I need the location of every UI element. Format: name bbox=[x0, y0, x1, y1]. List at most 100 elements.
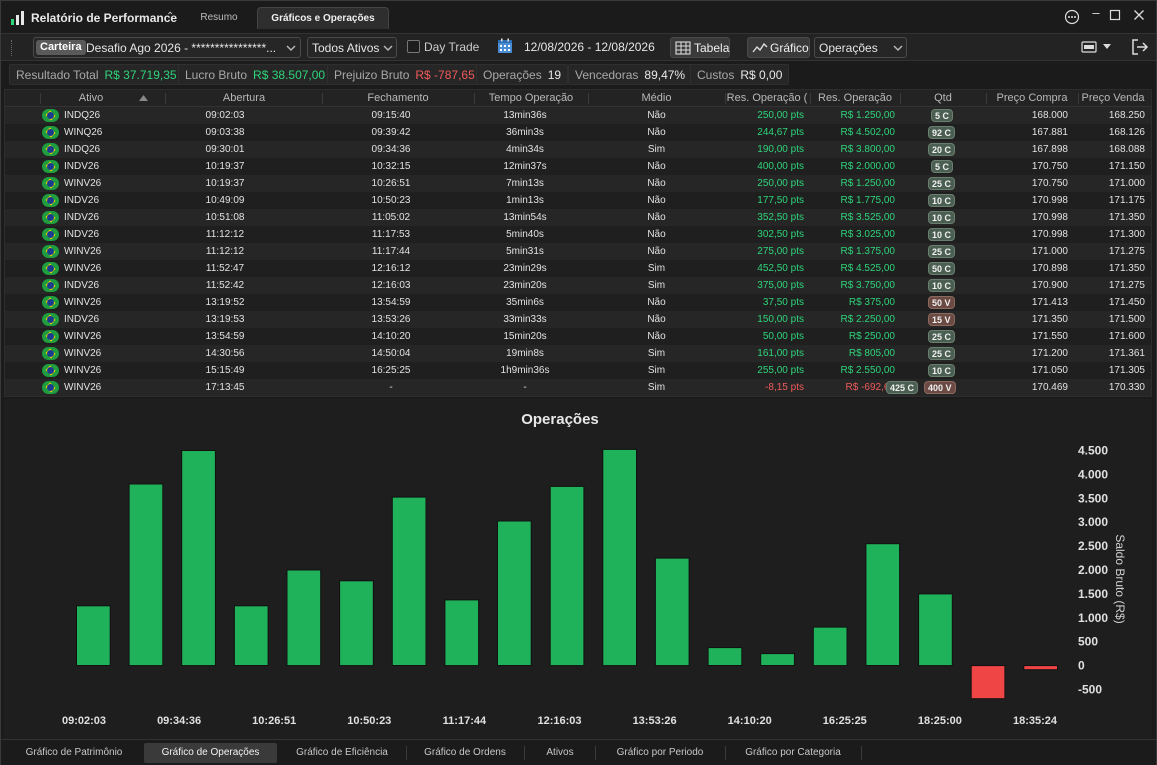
col-qtd[interactable]: Qtd bbox=[900, 92, 986, 104]
minimize-icon[interactable]: – bbox=[1086, 5, 1106, 20]
table-row[interactable]: WINV26 11:52:47 12:16:12 23min29s Sim 452,50 … bbox=[5, 260, 1151, 277]
table-row[interactable]: INDV26 10:49:09 10:50:23 1min13s Não 177,50 p… bbox=[5, 192, 1151, 209]
bar-chart-icon bbox=[11, 11, 24, 25]
table-row[interactable]: WINV26 13:54:59 14:10:20 15min20s Não 50,00 p… bbox=[5, 328, 1151, 345]
y-tick-label: 2.500 bbox=[1078, 539, 1108, 553]
table-row[interactable]: WINV26 10:19:37 10:26:51 7min13s Não 250,00 p… bbox=[5, 175, 1151, 192]
chart-bar[interactable] bbox=[391, 496, 427, 666]
cell-preco-compra: 171.200 bbox=[1031, 348, 1068, 359]
table-row[interactable]: INDV26 10:19:37 10:32:15 12min37s Não 400,00 … bbox=[5, 158, 1151, 175]
table-row[interactable]: INDV26 13:19:53 13:53:26 33min33s Não 150,00 … bbox=[5, 311, 1151, 328]
caret-down-icon[interactable] bbox=[1103, 44, 1111, 50]
table-row[interactable]: INDV26 10:51:08 11:05:02 13min54s Não 352,50 … bbox=[5, 209, 1151, 226]
table-row[interactable]: INDV26 11:12:12 11:17:53 5min40s Não 302,50 p… bbox=[5, 226, 1151, 243]
tabela-button[interactable]: Tabela bbox=[670, 37, 730, 58]
chart-bar[interactable] bbox=[918, 593, 953, 667]
chevron-up-icon[interactable]: ⌃ bbox=[166, 11, 174, 22]
maximize-icon[interactable] bbox=[1105, 9, 1125, 24]
grafico-button[interactable]: Gráfico bbox=[747, 37, 810, 58]
chart-bar[interactable] bbox=[128, 483, 164, 667]
chart-bar[interactable] bbox=[181, 450, 216, 667]
table-row[interactable]: WINV26 11:12:12 11:17:44 5min31s Não 275,00 p… bbox=[5, 243, 1151, 260]
cell-ativo: INDV26 bbox=[64, 195, 100, 206]
cell-preco-venda: 171.305 bbox=[1108, 365, 1145, 376]
col-medio[interactable]: Médio bbox=[588, 92, 725, 104]
date-range[interactable]: 12/08/2026 - 12/08/2026 bbox=[524, 40, 655, 54]
view-select[interactable]: Operações bbox=[814, 37, 907, 58]
logout-icon[interactable] bbox=[1131, 38, 1149, 56]
table-row[interactable]: INDQ26 09:02:03 09:15:40 13min36s Não 250,00 … bbox=[5, 107, 1151, 124]
cell-res-pts: 452,50 pts bbox=[757, 263, 804, 274]
close-icon[interactable] bbox=[1129, 9, 1149, 24]
cell-fechamento: 11:05:02 bbox=[371, 212, 411, 223]
table-row[interactable]: WINV26 15:15:49 16:25:25 1h9min36s Sim 255,00… bbox=[5, 362, 1151, 379]
cell-preco-venda: 171.275 bbox=[1108, 280, 1145, 291]
sort-asc-icon[interactable] bbox=[139, 95, 148, 101]
col-fechamento[interactable]: Fechamento bbox=[322, 92, 474, 104]
day-trade-checkbox[interactable] bbox=[407, 40, 420, 53]
col-preco-compra[interactable]: Preço Compra bbox=[986, 92, 1078, 104]
table-row[interactable]: WINV26 14:30:56 14:50:04 19min8s Sim 161,00 p… bbox=[5, 345, 1151, 362]
x-tick-label: 12:16:03 bbox=[537, 715, 581, 727]
tab-ativos[interactable]: Ativos bbox=[524, 743, 596, 763]
calendar-icon[interactable] bbox=[497, 38, 513, 54]
grafico-label: Gráfico bbox=[770, 41, 809, 55]
more-options-icon[interactable] bbox=[1062, 9, 1082, 28]
chart-bar[interactable] bbox=[812, 626, 848, 667]
cell-abertura: 09:30:01 bbox=[205, 144, 245, 155]
cell-abertura: 13:19:52 bbox=[205, 297, 245, 308]
cell-fechamento: 09:34:36 bbox=[371, 144, 411, 155]
tab-grafico-operacoes[interactable]: Gráfico de Operações bbox=[144, 743, 277, 763]
col-preco-venda[interactable]: Preço Venda bbox=[1078, 92, 1148, 104]
tab-grafico-patrimonio[interactable]: Gráfico de Patrimônio bbox=[5, 743, 143, 763]
table-row[interactable]: WINV26 17:13:45- - Sim -8,15 pts R$ -692,65 17… bbox=[5, 379, 1151, 396]
col-tempo-operacao[interactable]: Tempo Operação bbox=[474, 92, 588, 104]
table-row[interactable]: WINQ26 09:03:38 09:39:42 36min3s Não 244,67 p… bbox=[5, 124, 1151, 141]
tab-resumo[interactable]: Resumo bbox=[186, 7, 252, 29]
export-icon[interactable] bbox=[1081, 40, 1099, 54]
chart-bar[interactable] bbox=[497, 520, 532, 666]
y-tick-label: 3.500 bbox=[1078, 491, 1108, 505]
chart-bar[interactable] bbox=[602, 448, 637, 667]
chart-bar[interactable] bbox=[707, 647, 743, 667]
chart-bar[interactable] bbox=[233, 605, 269, 667]
cell-ativo: INDQ26 bbox=[64, 110, 101, 121]
bottom-tabs: Gráfico de Patrimônio Gráfico de Operaçõ… bbox=[1, 739, 1156, 765]
tab-graficos-operacoes[interactable]: Gráficos e Operações bbox=[257, 7, 389, 29]
cell-tempo: - bbox=[523, 382, 527, 393]
table-row[interactable]: INDQ26 09:30:01 09:34:36 4min34s Sim 190,00 p… bbox=[5, 141, 1151, 158]
cell-preco-venda: 170.330 bbox=[1108, 382, 1145, 393]
cell-res-pts: 161,00 pts bbox=[757, 348, 804, 359]
table-row[interactable]: INDV26 11:52:42 12:16:03 23min20s Sim 375,00 … bbox=[5, 277, 1151, 294]
cell-fechamento: 13:54:59 bbox=[371, 297, 411, 308]
col-res-operacao-rs[interactable]: Res. Operação bbox=[810, 92, 900, 104]
table-row[interactable]: WINV26 13:19:52 13:54:59 35min6s Não 37,50 pt… bbox=[5, 294, 1151, 311]
chart-bar[interactable] bbox=[286, 569, 322, 667]
chart-bar[interactable] bbox=[444, 599, 480, 667]
chart-bar[interactable] bbox=[970, 665, 1006, 700]
brazil-flag-icon bbox=[42, 364, 59, 377]
qtd-badge: 20 C bbox=[928, 143, 956, 156]
tab-grafico-eficiencia[interactable]: Gráfico de Eficiência bbox=[278, 743, 406, 763]
cell-preco-venda: 168.250 bbox=[1108, 110, 1145, 121]
col-ativo[interactable]: Ativo bbox=[45, 92, 137, 104]
chart-bar[interactable] bbox=[1023, 665, 1058, 671]
col-abertura[interactable]: Abertura bbox=[165, 92, 323, 104]
cell-ativo: WINV26 bbox=[64, 331, 102, 342]
cell-abertura: 10:19:37 bbox=[205, 161, 245, 172]
chart-bar[interactable] bbox=[549, 485, 585, 667]
chart-bar[interactable] bbox=[760, 653, 795, 667]
qtd-badge: 10 C bbox=[928, 364, 956, 377]
chart-bar[interactable] bbox=[76, 605, 111, 667]
tab-grafico-periodo[interactable]: Gráfico por Periodo bbox=[595, 743, 725, 763]
cell-res-pts: 352,50 pts bbox=[757, 212, 804, 223]
ativos-select[interactable]: Todos Ativos bbox=[307, 37, 397, 58]
carteira-select[interactable]: Carteira Desafio Ago 2026 - ************… bbox=[33, 37, 301, 58]
chevron-down-icon bbox=[383, 45, 393, 51]
tab-grafico-ordens[interactable]: Gráfico de Ordens bbox=[406, 743, 524, 763]
tab-grafico-categoria[interactable]: Gráfico por Categoria bbox=[725, 743, 861, 763]
chart-bar[interactable] bbox=[339, 580, 374, 667]
col-res-operacao-pts[interactable]: Res. Operação ( bbox=[725, 92, 809, 104]
chart-bar[interactable] bbox=[865, 543, 901, 666]
chart-bar[interactable] bbox=[654, 557, 690, 667]
